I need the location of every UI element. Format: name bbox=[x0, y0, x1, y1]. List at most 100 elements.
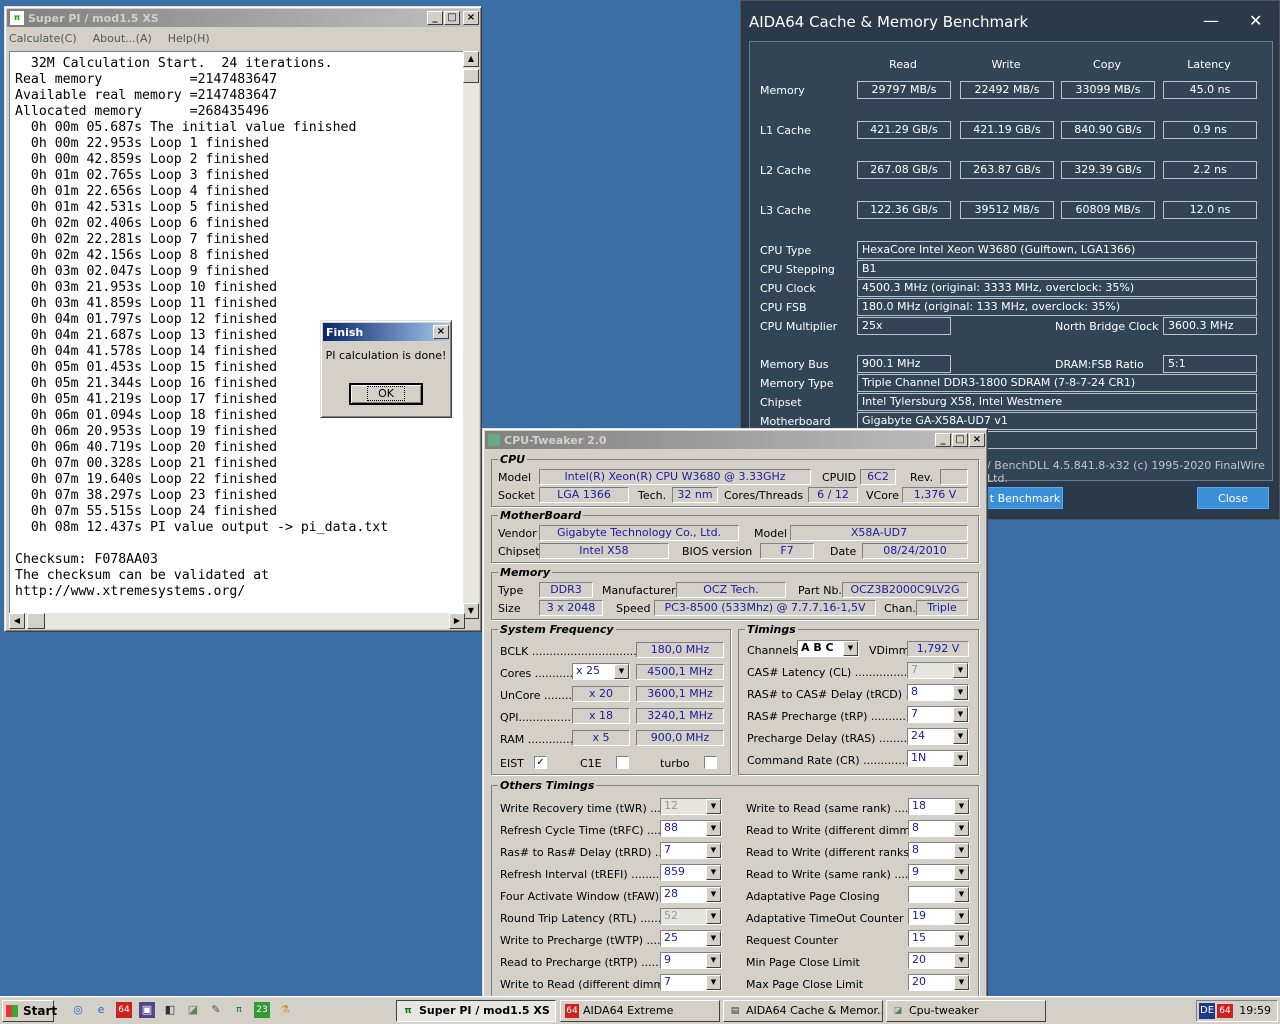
horizontal-scrollbar[interactable]: ◀ ▶ bbox=[9, 613, 465, 629]
cr-dropdown[interactable]: 1N ▼ bbox=[907, 750, 969, 767]
ct-close-button[interactable]: × bbox=[969, 433, 985, 447]
ct-minimize-button[interactable]: _ bbox=[935, 433, 951, 447]
memory-group: Memory Type DDR3 Manufacturer OCZ Tech. … bbox=[491, 566, 979, 620]
timing-dropdown[interactable]: 52 ▼ bbox=[660, 908, 722, 925]
memory-latency: 45.0 ns bbox=[1163, 81, 1257, 99]
quicklaunch-aida-icon[interactable]: 64 bbox=[116, 1002, 132, 1018]
cl-dropdown[interactable]: 7 ▼ bbox=[907, 662, 969, 679]
maximize-button[interactable]: □ bbox=[444, 11, 460, 25]
finish-titlebar[interactable]: Finish × bbox=[323, 323, 449, 341]
l3-copy: 60809 MB/s bbox=[1061, 201, 1155, 219]
channels-label: Channels bbox=[747, 644, 798, 657]
timing-dropdown[interactable]: 8 ▼ bbox=[908, 820, 970, 837]
ct-titlebar[interactable]: CPU-Tweaker 2.0 _ □ × bbox=[485, 431, 985, 449]
timing-dropdown[interactable]: 9 ▼ bbox=[908, 864, 970, 881]
superpi-titlebar[interactable]: π Super PI / mod1.5 XS _ □ × bbox=[7, 9, 479, 27]
aida-tray-icon[interactable]: 64 bbox=[1217, 1004, 1233, 1018]
channels-dropdown[interactable]: A B C ▼ bbox=[797, 640, 859, 657]
cores-multiplier-dropdown[interactable]: x 25 ▼ bbox=[572, 663, 630, 680]
timing-dropdown[interactable]: ▼ bbox=[908, 886, 970, 903]
vcore-value: 1,376 V bbox=[902, 487, 968, 503]
chan-value: Triple bbox=[916, 600, 968, 616]
turbo-checkbox[interactable] bbox=[704, 756, 717, 769]
aida-title[interactable]: AIDA64 Cache & Memory Benchmark bbox=[741, 1, 1279, 41]
menu-calculate[interactable]: Calculate(C) bbox=[9, 32, 77, 45]
timing-label: Write to Precharge (tWTP) .......... bbox=[500, 934, 682, 947]
aida-close-button[interactable]: ✕ bbox=[1249, 11, 1262, 30]
scroll-down-icon[interactable]: ▼ bbox=[463, 603, 479, 619]
scroll-right-icon[interactable]: ▶ bbox=[449, 613, 465, 629]
vertical-scrollbar[interactable]: ▲ ▼ bbox=[463, 51, 479, 619]
task-aida-cache[interactable]: ▤ AIDA64 Cache & Memor... bbox=[723, 1000, 883, 1022]
tras-dropdown[interactable]: 24 ▼ bbox=[907, 728, 969, 745]
cl-text: 7 bbox=[911, 663, 918, 676]
timing-dropdown[interactable]: 9 ▼ bbox=[660, 952, 722, 969]
trcd-dropdown[interactable]: 8 ▼ bbox=[907, 684, 969, 701]
quicklaunch-app-icon[interactable]: 23 bbox=[254, 1002, 270, 1018]
output-line: 0h 03m 21.953s Loop 10 finished bbox=[15, 280, 278, 295]
task-cpu-tweaker[interactable]: ◪ Cpu-tweaker bbox=[886, 1000, 1046, 1022]
timing-value: 88 bbox=[664, 821, 678, 834]
output-line: 0h 00m 22.953s Loop 1 finished bbox=[15, 136, 270, 151]
quicklaunch-ie-icon[interactable]: e bbox=[93, 1002, 109, 1018]
hscroll-thumb[interactable] bbox=[27, 613, 45, 629]
quicklaunch-edit-icon[interactable]: ✎ bbox=[208, 1002, 224, 1018]
ram-mult-value: x 5 bbox=[572, 730, 630, 746]
close-button[interactable]: × bbox=[463, 11, 479, 25]
ct-maximize-button[interactable]: □ bbox=[952, 433, 968, 447]
l2-write: 263.87 GB/s bbox=[960, 161, 1054, 179]
quicklaunch-tool-icon[interactable]: ◧ bbox=[162, 1002, 178, 1018]
uncore-freq-value: 3600,1 MHz bbox=[636, 686, 724, 702]
task-aida-extreme[interactable]: 64 AIDA64 Extreme bbox=[560, 1000, 720, 1022]
system-frequency-group: System Frequency BCLK ..................… bbox=[491, 623, 731, 775]
menu-help[interactable]: Help(H) bbox=[168, 32, 210, 45]
trp-dropdown[interactable]: 7 ▼ bbox=[907, 706, 969, 723]
timing-label: Read to Write (different dimms) ... bbox=[746, 824, 935, 837]
menu-about[interactable]: About...(A) bbox=[93, 32, 152, 45]
minimize-button[interactable]: _ bbox=[427, 11, 443, 25]
timing-dropdown[interactable]: 8 ▼ bbox=[908, 842, 970, 859]
timing-dropdown[interactable]: 7 ▼ bbox=[660, 842, 722, 859]
scroll-left-icon[interactable]: ◀ bbox=[9, 613, 25, 629]
timing-dropdown[interactable]: 7 ▼ bbox=[660, 974, 722, 991]
output-line: 0h 06m 40.719s Loop 20 finished bbox=[15, 440, 278, 455]
start-benchmark-button[interactable]: t Benchmark bbox=[987, 487, 1063, 509]
timing-dropdown[interactable]: 20 ▼ bbox=[908, 952, 970, 969]
start-button[interactable]: Start bbox=[2, 1000, 57, 1022]
vendor-label: Vendor bbox=[498, 527, 537, 540]
memory-bus-value: 900.1 MHz bbox=[857, 355, 951, 373]
scroll-up-icon[interactable]: ▲ bbox=[463, 51, 479, 67]
mb-chipset-label: Chipset bbox=[498, 545, 540, 558]
timing-dropdown[interactable]: 25 ▼ bbox=[660, 930, 722, 947]
cores-freq-value: 4500,1 MHz bbox=[636, 664, 724, 680]
aida-close-btn[interactable]: Close bbox=[1197, 487, 1269, 509]
quicklaunch-desktop-icon[interactable]: ◎ bbox=[70, 1002, 86, 1018]
timing-dropdown[interactable]: 12 ▼ bbox=[660, 798, 722, 815]
timing-dropdown[interactable]: 18 ▼ bbox=[908, 798, 970, 815]
chevron-down-icon: ▼ bbox=[706, 975, 721, 990]
aida-minimize-button[interactable]: — bbox=[1203, 11, 1219, 30]
eist-checkbox[interactable]: ✓ bbox=[534, 756, 547, 769]
quicklaunch-superpi-icon[interactable]: π bbox=[231, 1002, 247, 1018]
cores-mult-text: x 25 bbox=[576, 664, 601, 677]
timing-dropdown[interactable]: 88 ▼ bbox=[660, 820, 722, 837]
timing-dropdown[interactable]: 20 ▼ bbox=[908, 974, 970, 991]
timing-dropdown[interactable]: 15 ▼ bbox=[908, 930, 970, 947]
cl-label: CAS# Latency (CL) ...................... bbox=[747, 666, 932, 679]
col-copy: Copy bbox=[1093, 58, 1121, 71]
dialog-close-button[interactable]: × bbox=[433, 325, 449, 339]
scroll-thumb[interactable] bbox=[463, 69, 479, 83]
timing-dropdown[interactable]: 19 ▼ bbox=[908, 908, 970, 925]
output-line: 0h 04m 21.687s Loop 13 finished bbox=[15, 328, 278, 343]
socket-value: LGA 1366 bbox=[539, 487, 629, 503]
quicklaunch-misc-icon[interactable]: ⚗ bbox=[277, 1002, 293, 1018]
quicklaunch-cpu-icon[interactable]: ▣ bbox=[139, 1002, 155, 1018]
quicklaunch-tweaker-icon[interactable]: ◪ bbox=[185, 1002, 201, 1018]
timing-dropdown[interactable]: 859 ▼ bbox=[660, 864, 722, 881]
timing-dropdown[interactable]: 28 ▼ bbox=[660, 886, 722, 903]
task-cpu-tweaker-label: Cpu-tweaker bbox=[909, 1004, 979, 1017]
c1e-checkbox[interactable] bbox=[616, 756, 629, 769]
language-indicator[interactable]: DE bbox=[1199, 1003, 1216, 1019]
task-superpi[interactable]: π Super PI / mod1.5 XS bbox=[396, 1000, 556, 1022]
ok-button[interactable]: OK bbox=[349, 383, 423, 405]
